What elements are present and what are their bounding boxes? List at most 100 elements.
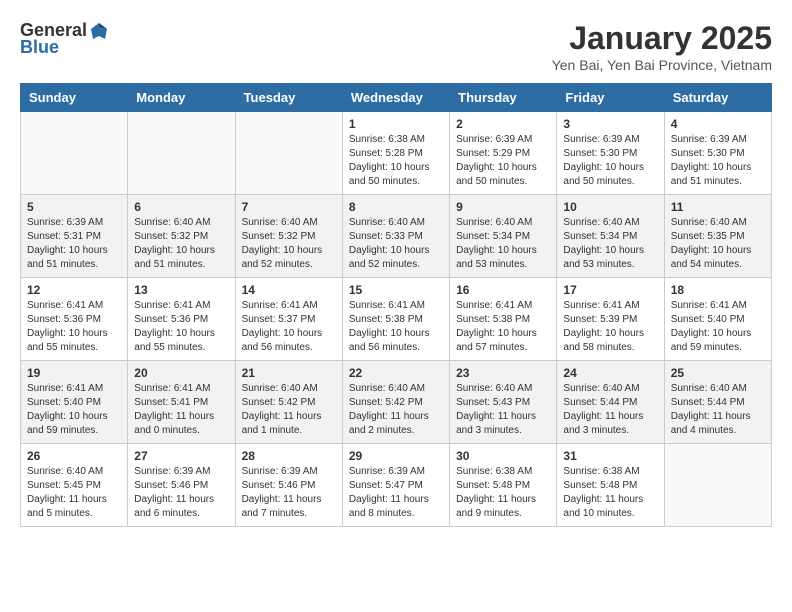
day-number: 22 bbox=[349, 366, 443, 380]
day-info: Sunrise: 6:41 AMSunset: 5:38 PMDaylight:… bbox=[456, 299, 550, 355]
day-number: 15 bbox=[349, 283, 443, 297]
day-info: Sunrise: 6:39 AMSunset: 5:46 PMDaylight:… bbox=[242, 465, 336, 521]
day-number: 18 bbox=[671, 283, 765, 297]
day-number: 30 bbox=[456, 449, 550, 463]
day-number: 13 bbox=[134, 283, 228, 297]
day-info: Sunrise: 6:40 AMSunset: 5:44 PMDaylight:… bbox=[671, 382, 765, 438]
day-info: Sunrise: 6:40 AMSunset: 5:42 PMDaylight:… bbox=[349, 382, 443, 438]
weekday-header-wednesday: Wednesday bbox=[342, 84, 449, 112]
day-info: Sunrise: 6:41 AMSunset: 5:37 PMDaylight:… bbox=[242, 299, 336, 355]
day-number: 8 bbox=[349, 200, 443, 214]
weekday-header-tuesday: Tuesday bbox=[235, 84, 342, 112]
calendar-day-cell: 28 Sunrise: 6:39 AMSunset: 5:46 PMDayligh… bbox=[235, 444, 342, 527]
day-number: 6 bbox=[134, 200, 228, 214]
calendar-day-cell: 15 Sunrise: 6:41 AMSunset: 5:38 PMDayligh… bbox=[342, 278, 449, 361]
calendar-day-cell: 4Sunrise: 6:39 AMSunset: 5:30 PMDaylight… bbox=[664, 112, 771, 195]
calendar-day-cell: 22 Sunrise: 6:40 AMSunset: 5:42 PMDayligh… bbox=[342, 361, 449, 444]
calendar-day-cell: 24 Sunrise: 6:40 AMSunset: 5:44 PMDayligh… bbox=[557, 361, 664, 444]
day-number: 31 bbox=[563, 449, 657, 463]
day-info: Sunrise: 6:40 AMSunset: 5:45 PMDaylight:… bbox=[27, 465, 121, 521]
weekday-header-monday: Monday bbox=[128, 84, 235, 112]
day-number: 10 bbox=[563, 200, 657, 214]
day-info: Sunrise: 6:41 AMSunset: 5:36 PMDaylight:… bbox=[27, 299, 121, 355]
calendar-day-cell: 1 Sunrise: 6:38 AMSunset: 5:28 PMDaylight… bbox=[342, 112, 449, 195]
day-number: 26 bbox=[27, 449, 121, 463]
day-number: 17 bbox=[563, 283, 657, 297]
logo-blue-text: Blue bbox=[20, 37, 59, 58]
day-info: Sunrise: 6:41 AMSunset: 5:38 PMDaylight:… bbox=[349, 299, 443, 355]
calendar-day-cell: 14 Sunrise: 6:41 AMSunset: 5:37 PMDayligh… bbox=[235, 278, 342, 361]
calendar-week-row: 26 Sunrise: 6:40 AMSunset: 5:45 PMDayligh… bbox=[21, 444, 772, 527]
calendar-day-cell: 18 Sunrise: 6:41 AMSunset: 5:40 PMDayligh… bbox=[664, 278, 771, 361]
day-info: Sunrise: 6:38 AMSunset: 5:48 PMDaylight:… bbox=[563, 465, 657, 521]
calendar-day-cell: 8 Sunrise: 6:40 AMSunset: 5:33 PMDaylight… bbox=[342, 195, 449, 278]
calendar-day-cell bbox=[128, 112, 235, 195]
calendar-day-cell: 30 Sunrise: 6:38 AMSunset: 5:48 PMDayligh… bbox=[450, 444, 557, 527]
calendar-day-cell: 3Sunrise: 6:39 AMSunset: 5:30 PMDaylight… bbox=[557, 112, 664, 195]
calendar-day-cell bbox=[235, 112, 342, 195]
calendar-day-cell: 7 Sunrise: 6:40 AMSunset: 5:32 PMDaylight… bbox=[235, 195, 342, 278]
calendar-day-cell bbox=[21, 112, 128, 195]
day-info: Sunrise: 6:41 AMSunset: 5:40 PMDaylight:… bbox=[671, 299, 765, 355]
calendar-day-cell: 5 Sunrise: 6:39 AMSunset: 5:31 PMDaylight… bbox=[21, 195, 128, 278]
day-info: Sunrise: 6:40 AMSunset: 5:32 PMDaylight:… bbox=[242, 216, 336, 272]
calendar-day-cell: 9Sunrise: 6:40 AMSunset: 5:34 PMDaylight… bbox=[450, 195, 557, 278]
day-info: Sunrise: 6:38 AMSunset: 5:48 PMDaylight:… bbox=[456, 465, 550, 521]
day-number: 21 bbox=[242, 366, 336, 380]
calendar-week-row: 1 Sunrise: 6:38 AMSunset: 5:28 PMDaylight… bbox=[21, 112, 772, 195]
day-number: 20 bbox=[134, 366, 228, 380]
calendar-day-cell: 26 Sunrise: 6:40 AMSunset: 5:45 PMDayligh… bbox=[21, 444, 128, 527]
day-info: Sunrise: 6:41 AMSunset: 5:39 PMDaylight:… bbox=[563, 299, 657, 355]
calendar-day-cell: 29 Sunrise: 6:39 AMSunset: 5:47 PMDayligh… bbox=[342, 444, 449, 527]
day-number: 14 bbox=[242, 283, 336, 297]
day-info: Sunrise: 6:40 AMSunset: 5:35 PMDaylight:… bbox=[671, 216, 765, 272]
day-info: Sunrise: 6:40 AMSunset: 5:42 PMDaylight:… bbox=[242, 382, 336, 438]
day-number: 29 bbox=[349, 449, 443, 463]
day-number: 28 bbox=[242, 449, 336, 463]
calendar-day-cell: 12Sunrise: 6:41 AMSunset: 5:36 PMDayligh… bbox=[21, 278, 128, 361]
calendar-day-cell: 6 Sunrise: 6:40 AMSunset: 5:32 PMDaylight… bbox=[128, 195, 235, 278]
day-info: Sunrise: 6:40 AMSunset: 5:32 PMDaylight:… bbox=[134, 216, 228, 272]
day-info: Sunrise: 6:41 AMSunset: 5:41 PMDaylight:… bbox=[134, 382, 228, 438]
calendar-day-cell: 11 Sunrise: 6:40 AMSunset: 5:35 PMDayligh… bbox=[664, 195, 771, 278]
day-number: 16 bbox=[456, 283, 550, 297]
calendar-subtitle: Yen Bai, Yen Bai Province, Vietnam bbox=[552, 57, 772, 73]
day-number: 19 bbox=[27, 366, 121, 380]
calendar-day-cell: 21 Sunrise: 6:40 AMSunset: 5:42 PMDayligh… bbox=[235, 361, 342, 444]
weekday-header-thursday: Thursday bbox=[450, 84, 557, 112]
logo-icon bbox=[89, 21, 109, 41]
calendar-title: January 2025 bbox=[552, 20, 772, 57]
day-number: 11 bbox=[671, 200, 765, 214]
day-info: Sunrise: 6:39 AMSunset: 5:31 PMDaylight:… bbox=[27, 216, 121, 272]
day-info: Sunrise: 6:38 AMSunset: 5:28 PMDaylight:… bbox=[349, 133, 443, 189]
page-header: General Blue January 2025 Yen Bai, Yen B… bbox=[20, 20, 772, 73]
day-info: Sunrise: 6:39 AMSunset: 5:47 PMDaylight:… bbox=[349, 465, 443, 521]
calendar-day-cell: 27Sunrise: 6:39 AMSunset: 5:46 PMDayligh… bbox=[128, 444, 235, 527]
day-number: 24 bbox=[563, 366, 657, 380]
day-number: 5 bbox=[27, 200, 121, 214]
calendar-week-row: 19 Sunrise: 6:41 AMSunset: 5:40 PMDayligh… bbox=[21, 361, 772, 444]
calendar-day-cell: 31 Sunrise: 6:38 AMSunset: 5:48 PMDayligh… bbox=[557, 444, 664, 527]
day-info: Sunrise: 6:40 AMSunset: 5:44 PMDaylight:… bbox=[563, 382, 657, 438]
day-info: Sunrise: 6:40 AMSunset: 5:34 PMDaylight:… bbox=[563, 216, 657, 272]
weekday-header-row: SundayMondayTuesdayWednesdayThursdayFrid… bbox=[21, 84, 772, 112]
calendar-day-cell: 2Sunrise: 6:39 AMSunset: 5:29 PMDaylight… bbox=[450, 112, 557, 195]
weekday-header-sunday: Sunday bbox=[21, 84, 128, 112]
day-number: 27 bbox=[134, 449, 228, 463]
calendar-table: SundayMondayTuesdayWednesdayThursdayFrid… bbox=[20, 83, 772, 527]
day-number: 23 bbox=[456, 366, 550, 380]
day-info: Sunrise: 6:39 AMSunset: 5:30 PMDaylight:… bbox=[671, 133, 765, 189]
weekday-header-saturday: Saturday bbox=[664, 84, 771, 112]
calendar-day-cell: 13 Sunrise: 6:41 AMSunset: 5:36 PMDayligh… bbox=[128, 278, 235, 361]
day-number: 1 bbox=[349, 117, 443, 131]
day-number: 7 bbox=[242, 200, 336, 214]
calendar-day-cell: 20 Sunrise: 6:41 AMSunset: 5:41 PMDayligh… bbox=[128, 361, 235, 444]
day-info: Sunrise: 6:40 AMSunset: 5:33 PMDaylight:… bbox=[349, 216, 443, 272]
day-info: Sunrise: 6:40 AMSunset: 5:43 PMDaylight:… bbox=[456, 382, 550, 438]
day-info: Sunrise: 6:41 AMSunset: 5:36 PMDaylight:… bbox=[134, 299, 228, 355]
day-info: Sunrise: 6:39 AMSunset: 5:29 PMDaylight:… bbox=[456, 133, 550, 189]
weekday-header-friday: Friday bbox=[557, 84, 664, 112]
calendar-day-cell: 10 Sunrise: 6:40 AMSunset: 5:34 PMDayligh… bbox=[557, 195, 664, 278]
day-number: 9 bbox=[456, 200, 550, 214]
day-info: Sunrise: 6:41 AMSunset: 5:40 PMDaylight:… bbox=[27, 382, 121, 438]
